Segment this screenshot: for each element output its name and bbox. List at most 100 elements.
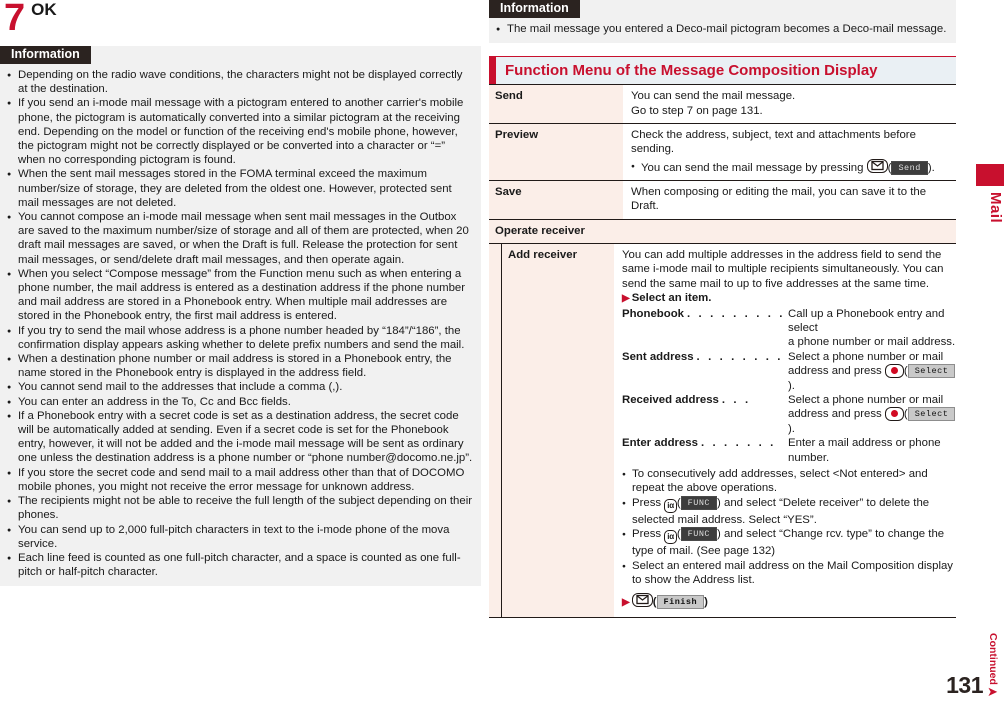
list-item: When you select “Compose message” from t… xyxy=(7,267,474,324)
definition-description: Enter a mail address or phone number. xyxy=(788,436,960,465)
definition-dots: . . . . . . . . xyxy=(696,350,784,363)
func-key-icon: iα xyxy=(664,530,677,545)
triangle-icon: ▶ xyxy=(622,293,630,305)
definition-description: Select a phone number or mail address and… xyxy=(788,350,960,393)
step-label: OK xyxy=(31,0,57,19)
definition-term: Sent address xyxy=(622,350,694,363)
side-tab-mail: Mail xyxy=(976,164,1004,223)
section-title: Function Menu of the Message Composition… xyxy=(505,61,878,79)
right-information-block: Information The mail message you entered… xyxy=(489,0,956,44)
definition-row: Received address. . . Select a phone numb… xyxy=(622,393,960,436)
list-item: You cannot send mail to the addresses th… xyxy=(7,380,474,395)
table-group-row: Operate receiver xyxy=(489,219,956,244)
sub-row-value: You can add multiple addresses in the ad… xyxy=(614,243,967,617)
list-item: If you try to send the mail whose addres… xyxy=(7,324,474,352)
side-tab-swatch xyxy=(976,164,1004,186)
list-item: If you store the secret code and send ma… xyxy=(7,466,474,494)
step-heading: 7 OK xyxy=(4,0,57,44)
table-row: Send You can send the mail message. Go t… xyxy=(489,84,956,124)
definition-row: Phonebook. . . . . . . . . Call up a Phon… xyxy=(622,307,960,350)
list-item: You can send the mail message by pressin… xyxy=(631,158,950,175)
right-column: Information The mail message you entered… xyxy=(489,0,967,618)
list-item: When the sent mail messages stored in th… xyxy=(7,167,474,210)
list-item: When a destination phone number or mail … xyxy=(7,352,474,380)
finish-tail: ) xyxy=(704,596,708,609)
page-number: 131 xyxy=(946,672,983,698)
table-row: Save When composing or editing the mail,… xyxy=(489,180,956,220)
mail-key-icon xyxy=(631,593,653,608)
row-key-save: Save xyxy=(489,180,623,220)
continued-marker: Continued ➤ xyxy=(987,633,999,698)
row-value-send: You can send the mail message. Go to ste… xyxy=(623,84,956,124)
definition-row: Enter address. . . . . . . Enter a mail a… xyxy=(622,436,960,465)
list-item: Select an entered mail address on the Ma… xyxy=(622,559,960,588)
list-item: If a Phonebook entry with a secret code … xyxy=(7,409,474,466)
list-item: Each line feed is counted as one full-pi… xyxy=(7,551,474,579)
finish-softkey[interactable]: Finish xyxy=(656,595,705,610)
select-an-item-text: Select an item. xyxy=(631,292,712,305)
center-key-icon xyxy=(884,407,904,422)
page-footer: 131 Continued ➤ xyxy=(946,633,999,698)
sub-row-key: Add receiver xyxy=(502,243,614,617)
information-list-right: The mail message you entered a Deco-mail… xyxy=(489,18,956,37)
list-item: You can enter an address in the To, Cc a… xyxy=(7,395,474,410)
send-line-1: You can send the mail message. xyxy=(631,90,796,103)
information-tag-row: Information xyxy=(0,46,481,64)
func-key-icon: iα xyxy=(664,498,677,513)
side-tab-label: Mail xyxy=(987,192,1004,224)
list-item: Press iα(FUNC) and select “Change rcv. t… xyxy=(622,527,960,558)
preview-bullets: You can send the mail message by pressin… xyxy=(631,158,950,175)
center-key-icon xyxy=(884,364,904,379)
definition-desc-line: number. xyxy=(788,451,830,464)
definition-term: Received address xyxy=(622,393,719,406)
select-softkey[interactable]: Select xyxy=(907,407,956,422)
preview-line-1: Check the address, subject, text and att… xyxy=(631,129,916,156)
row-value-preview: Check the address, subject, text and att… xyxy=(623,123,956,181)
group-operate-receiver: Operate receiver xyxy=(489,219,956,244)
func-softkey[interactable]: FUNC xyxy=(680,527,718,542)
step-number: 7 xyxy=(4,0,25,39)
list-item: If you send an i-mode mail message with … xyxy=(7,96,474,167)
sub-row-gutter xyxy=(489,243,502,617)
send-softkey[interactable]: Send xyxy=(891,160,928,175)
row-value-save: When composing or editing the mail, you … xyxy=(623,180,956,220)
definition-dots: . . . xyxy=(721,393,751,406)
left-column: 7 OK Information Depending on the radio … xyxy=(0,0,481,701)
list-item: To consecutively add addresses, select <… xyxy=(622,467,960,496)
row-key-send: Send xyxy=(489,84,623,124)
func-softkey[interactable]: FUNC xyxy=(680,495,718,510)
mail-key-icon xyxy=(866,158,888,173)
information-tag-right: Information xyxy=(489,0,580,18)
information-list: Depending on the radio wave conditions, … xyxy=(0,64,481,579)
definition-list: Phonebook. . . . . . . . . Call up a Phon… xyxy=(622,307,960,465)
definition-term: Phonebook xyxy=(622,307,685,320)
definition-row: Sent address. . . . . . . . Select a phon… xyxy=(622,350,960,393)
section-accent-bar xyxy=(489,57,496,85)
definition-dots: . . . . . . . xyxy=(700,437,776,450)
list-item: You cannot compose an i-mode mail messag… xyxy=(7,210,474,267)
left-information-block: Information Depending on the radio wave … xyxy=(0,46,481,587)
list-item: Depending on the radio wave conditions, … xyxy=(7,68,474,96)
preview-bullet-tail: ). xyxy=(927,161,935,174)
manual-page: 7 OK Information Depending on the radio … xyxy=(0,0,1004,701)
list-item: Press iα(FUNC) and select “Delete receiv… xyxy=(622,495,960,527)
information-tag-row-right: Information xyxy=(489,0,956,18)
list-item: The mail message you entered a Deco-mail… xyxy=(496,22,949,37)
definition-description: Call up a Phonebook entry and select a ph… xyxy=(788,307,960,350)
select-softkey[interactable]: Select xyxy=(907,364,956,379)
finish-line: ▶(Finish) xyxy=(622,593,960,610)
preview-bullet-text: You can send the mail message by pressin… xyxy=(641,161,867,174)
list-item: You can send up to 2,000 full-pitch char… xyxy=(7,523,474,551)
triangle-icon: ▶ xyxy=(622,597,630,609)
function-menu-table: Send You can send the mail message. Go t… xyxy=(489,84,956,244)
definition-desc-line: Select a phone number or mail xyxy=(788,350,944,363)
information-body: Depending on the radio wave conditions, … xyxy=(0,64,481,587)
add-receiver-intro: You can add multiple addresses in the ad… xyxy=(622,248,944,290)
definition-desc-line: address and press (Select). xyxy=(788,407,960,436)
definition-desc-line: a phone number or mail address. xyxy=(788,336,956,349)
sub-row-add-receiver: Add receiver You can add multiple addres… xyxy=(489,243,967,618)
definition-desc-line: Select a phone number or mail xyxy=(788,393,944,406)
definition-desc-line: address and press (Select). xyxy=(788,364,960,393)
table-row: Preview Check the address, subject, text… xyxy=(489,123,956,181)
continued-label: Continued xyxy=(987,633,999,685)
